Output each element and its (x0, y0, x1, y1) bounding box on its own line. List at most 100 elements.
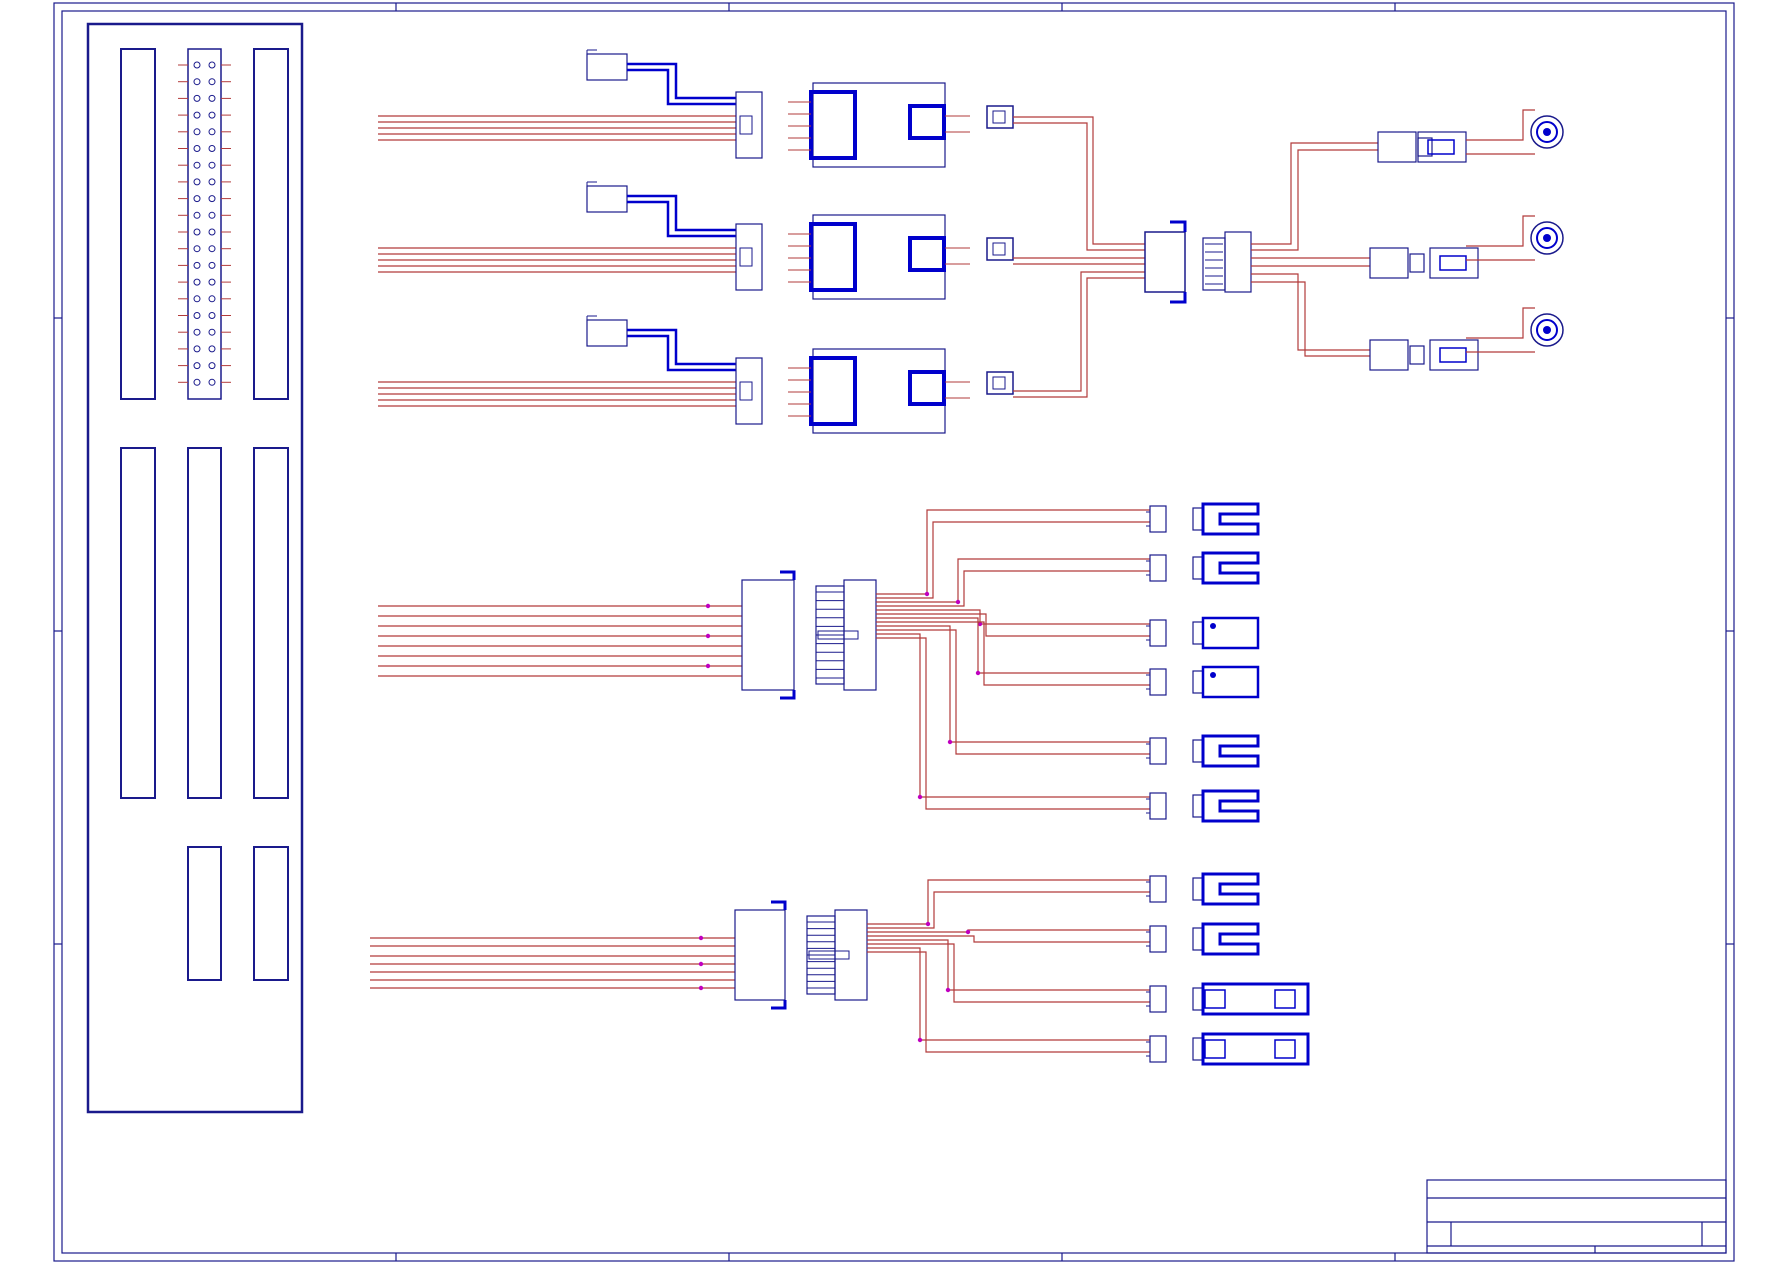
socket-contact (1543, 234, 1551, 242)
pin-terminal (193, 111, 201, 119)
clip-contact (1201, 789, 1260, 823)
pin-terminal (193, 211, 201, 219)
block-marker (1210, 672, 1216, 678)
pin-terminal (208, 345, 216, 353)
wire (1013, 122, 1145, 251)
clip-contact (1201, 551, 1260, 585)
block-contact (1201, 665, 1260, 699)
inverter-module-1 (378, 49, 1014, 168)
transformer-block (809, 356, 857, 426)
load-branch-1 (867, 872, 1260, 929)
pin-terminal (208, 362, 216, 370)
junction-dot (917, 1037, 923, 1043)
wire (1251, 142, 1378, 245)
output-plug-pin (992, 242, 1006, 256)
pin-terminal (193, 178, 201, 186)
lamp-socket-3 (1466, 307, 1564, 353)
border-zone-ticks (54, 3, 1734, 1261)
branch-plug (1149, 875, 1167, 903)
connector-housing (1369, 247, 1409, 279)
junction-dot (955, 599, 961, 605)
output-plug (986, 105, 1014, 129)
wire (1466, 215, 1535, 247)
branch-plug (1149, 554, 1167, 582)
lamp-socket-1 (1466, 109, 1564, 155)
output-connector-2 (1369, 247, 1425, 279)
plug-pin (1439, 255, 1467, 271)
pin-terminal (193, 94, 201, 102)
pin-terminal (193, 378, 201, 386)
branch-plug (1149, 792, 1167, 820)
pin-terminal (208, 111, 216, 119)
plug-pin (1439, 347, 1467, 363)
wire (876, 570, 1150, 607)
pin-terminal (208, 328, 216, 336)
connector-tab (1409, 253, 1425, 273)
wire (876, 621, 1150, 686)
pin-terminal (193, 228, 201, 236)
pin-terminal (193, 312, 201, 319)
inverter-section (378, 49, 1564, 434)
pin-terminal (193, 61, 201, 69)
pin-terminal (193, 128, 201, 136)
junction-dot (924, 591, 930, 597)
slot-contact (1201, 982, 1310, 1016)
clip-contact (1201, 734, 1260, 768)
pin-terminal (208, 128, 216, 136)
output-plug (986, 371, 1014, 395)
junction-dot (705, 603, 711, 609)
pin-terminal (208, 145, 216, 152)
left-panel (86, 22, 304, 1114)
inverter-module-2 (378, 181, 1014, 300)
block-marker (1210, 623, 1216, 629)
pin-terminal (208, 378, 216, 386)
border-frame (53, 2, 1735, 1262)
pin-terminal (208, 94, 216, 102)
lamp-socket-2 (1466, 215, 1564, 261)
pin-terminal (193, 345, 201, 353)
load-branch-4 (867, 947, 1310, 1066)
branch-plug (1149, 668, 1167, 696)
junction-dot (705, 633, 711, 639)
pin-terminal (208, 195, 216, 203)
plug-housing (1429, 247, 1479, 279)
pin-terminal (193, 261, 201, 269)
load-branch-1 (876, 502, 1260, 599)
output-connector-1 (1377, 131, 1433, 163)
pin-terminal (193, 328, 201, 336)
module-body (812, 82, 946, 168)
junction-dot (698, 961, 704, 967)
pin-terminal (208, 211, 216, 219)
junction-dot (965, 929, 971, 935)
combiner-latch (1170, 220, 1187, 232)
output-connector-3 (1369, 339, 1425, 371)
junction-dot (975, 670, 981, 676)
lamp-plug-3 (1429, 339, 1479, 371)
pin-terminal (208, 178, 216, 186)
wire (1466, 307, 1535, 339)
wire (867, 935, 1150, 943)
schematic-drawing (53, 2, 1735, 1262)
pin-terminal (208, 161, 216, 169)
pin-terminal (193, 245, 201, 253)
plug-housing (1429, 339, 1479, 371)
junction-dot (925, 921, 931, 927)
wire (1251, 149, 1378, 251)
pin-terminal (208, 245, 216, 253)
wire (1251, 273, 1370, 351)
pin-terminal (208, 228, 216, 236)
slot-window (1274, 989, 1296, 1009)
plug-housing (1417, 131, 1467, 163)
junction-dot (698, 985, 704, 991)
junction-dot (698, 935, 704, 941)
connector-latch (780, 690, 796, 700)
wire (1251, 281, 1370, 357)
junction-dot (945, 987, 951, 993)
wire (1013, 271, 1145, 392)
branch-plug (1149, 925, 1167, 953)
connector-housing (1369, 339, 1409, 371)
wire (876, 625, 1150, 743)
combiner-mate (1202, 237, 1226, 291)
clip-contact (1201, 502, 1260, 536)
connector-housing (1377, 131, 1417, 163)
